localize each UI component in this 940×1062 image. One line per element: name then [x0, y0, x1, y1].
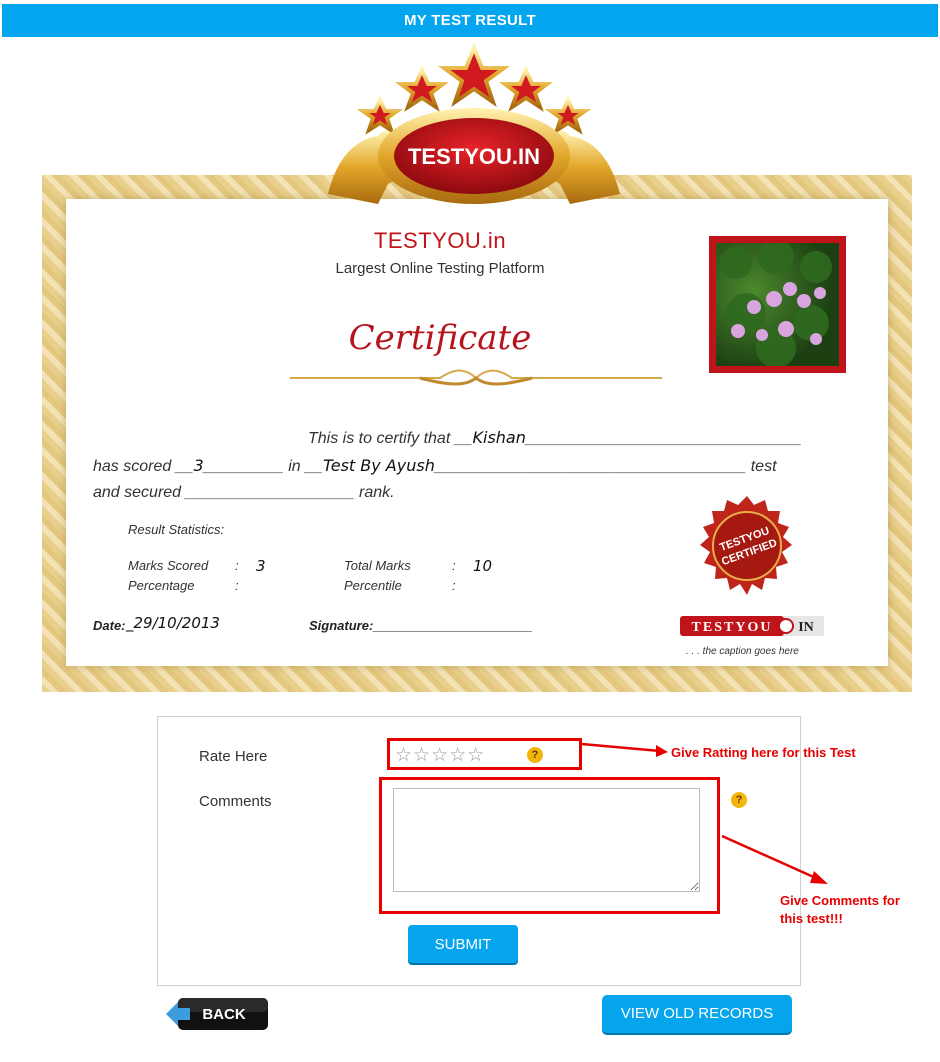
marks-scored-value: 3 — [256, 557, 266, 575]
rating-highlight-box — [387, 738, 582, 770]
percentage-label: Percentage — [128, 578, 195, 593]
emblem-text: TESTYOU.IN — [408, 144, 540, 169]
date-value: _29/10/2013 — [126, 614, 220, 632]
testyou-logo: TESTYOU IN — [680, 616, 824, 636]
percentile-label: Percentile — [344, 578, 402, 593]
certified-seal: TESTYOU CERTIFIED — [700, 496, 792, 595]
submit-button[interactable]: SUBMIT — [408, 925, 518, 963]
colon: : — [235, 558, 239, 573]
certify-line-1: This is to certify that __Kishan________… — [308, 428, 802, 447]
marks-scored-label: Marks Scored — [128, 558, 209, 573]
colon: : — [452, 578, 456, 593]
colon: : — [235, 578, 239, 593]
rating-annotation: Give Ratting here for this Test — [671, 745, 856, 760]
comments-help-icon[interactable]: ? — [731, 792, 747, 808]
signature-line: Signature:______________________ — [309, 618, 533, 633]
logo-caption: . . . the caption goes here — [686, 646, 799, 657]
svg-text:BACK: BACK — [202, 1006, 245, 1023]
rate-label: Rate Here — [199, 748, 268, 765]
back-button[interactable]: BACK — [164, 998, 268, 1030]
certificate-photo — [709, 236, 846, 373]
stats-heading: Result Statistics: — [128, 522, 225, 537]
candidate-name: Kishan — [472, 428, 526, 447]
comments-label: Comments — [199, 793, 272, 810]
certify-line-3: and secured ___________________ rank. — [93, 484, 395, 501]
test-name: Test By Ayush — [322, 456, 435, 475]
total-marks-label: Total Marks — [344, 558, 411, 573]
comments-annotation-1: Give Comments for — [780, 893, 900, 908]
score-value: 3 — [193, 456, 204, 475]
comments-arrow — [721, 834, 828, 884]
rating-arrow — [581, 742, 668, 757]
certify-line-2: has scored __3_________ in __Test By Ayu… — [93, 456, 777, 475]
total-marks-value: 10 — [473, 557, 493, 575]
date-label: Date: — [93, 618, 126, 633]
view-old-records-button[interactable]: VIEW OLD RECORDS — [602, 995, 792, 1033]
svg-text:TESTYOU: TESTYOU — [692, 620, 773, 635]
colon: : — [452, 558, 456, 573]
crown-emblem: TESTYOU.IN — [328, 44, 620, 204]
comments-highlight-box — [379, 777, 720, 914]
page-header: MY TEST RESULT — [2, 4, 938, 37]
comments-annotation-2: this test!!! — [780, 911, 843, 926]
gold-flourish — [290, 369, 662, 386]
svg-text:IN: IN — [798, 620, 814, 635]
flower-image — [720, 243, 832, 366]
